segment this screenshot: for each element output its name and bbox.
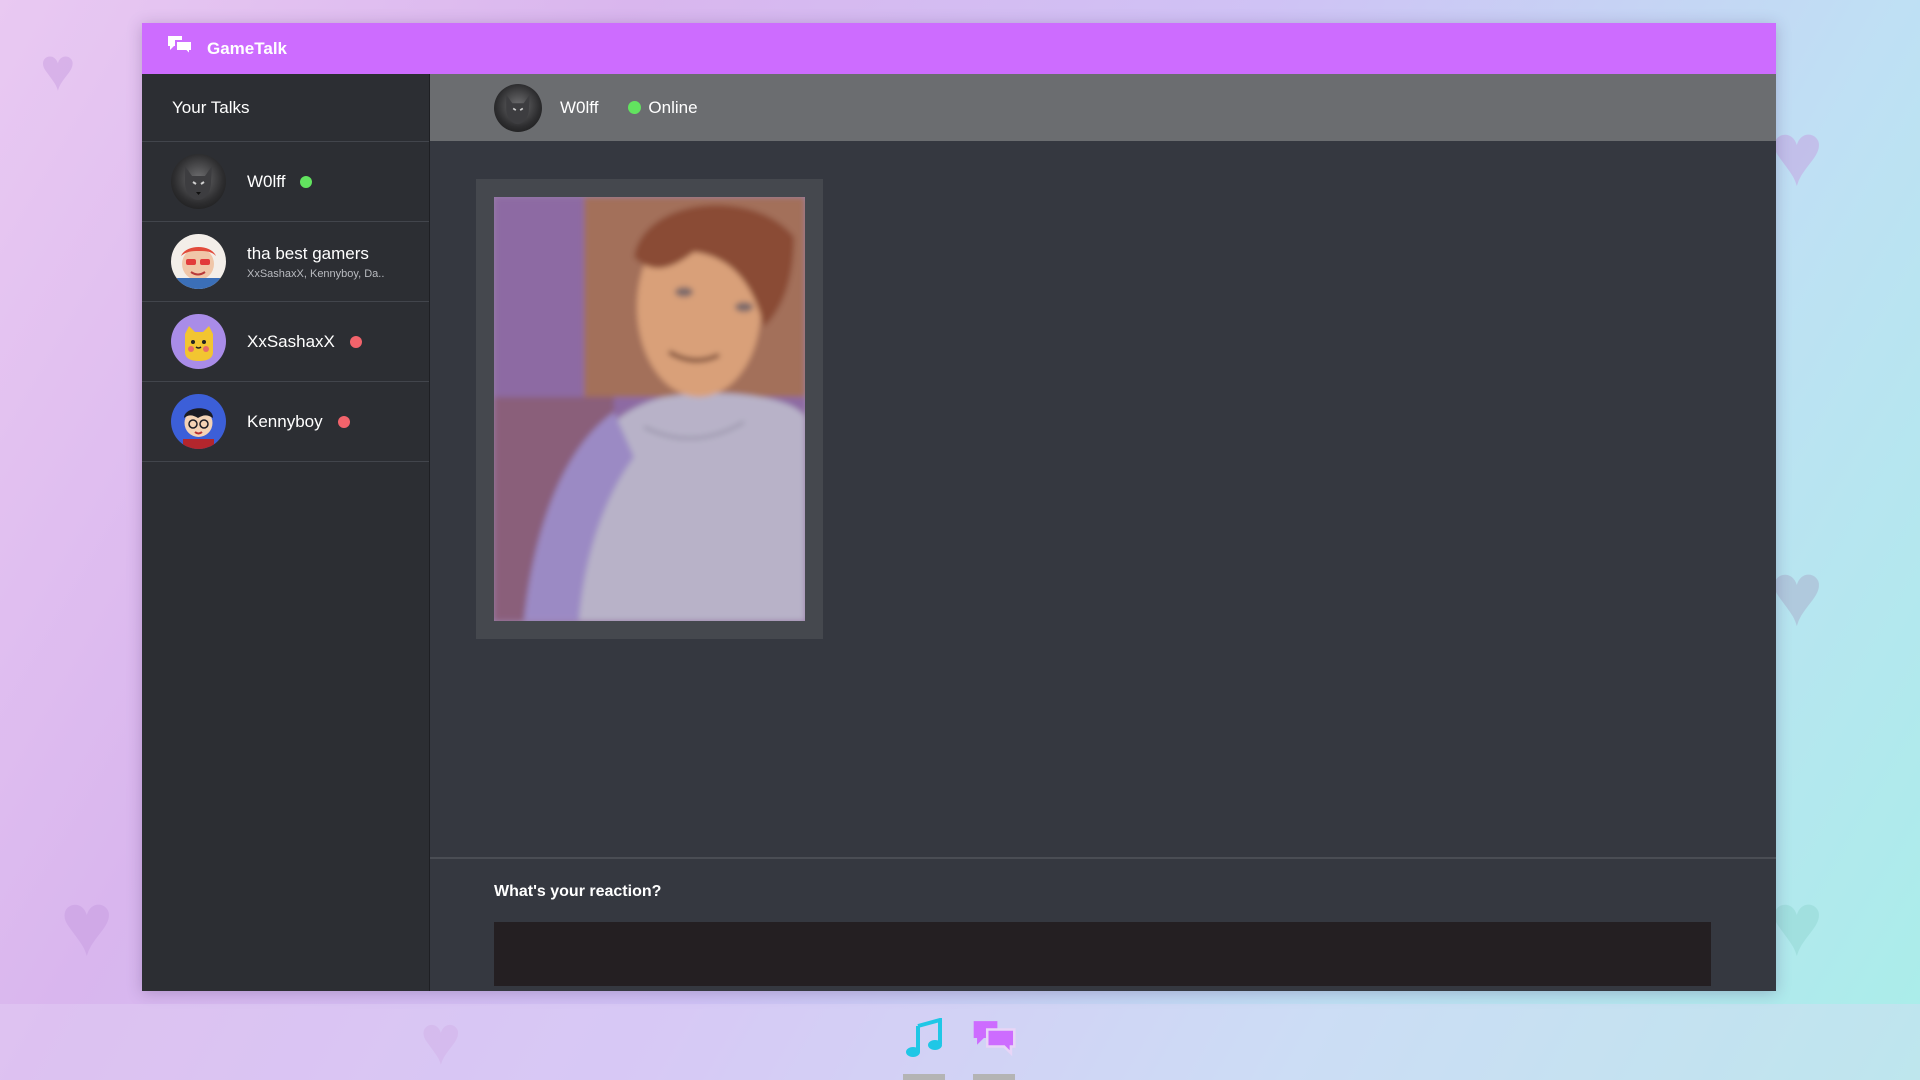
chat-contact-name: W0lff: [560, 97, 599, 117]
reaction-area: What's your reaction?: [430, 857, 1776, 991]
online-status-dot: [300, 175, 313, 188]
music-note-icon: [904, 1017, 944, 1063]
anime-boy-image: [494, 197, 805, 621]
reaction-input[interactable]: [494, 922, 1711, 986]
cat-avatar: [171, 314, 226, 369]
title-bar: GameTalk: [142, 23, 1776, 74]
gametalk-app-button[interactable]: [972, 1018, 1016, 1080]
chat-bubbles-icon: [972, 1018, 1016, 1063]
talk-name: W0lff: [247, 171, 286, 191]
group-members: XxSashaxX, Kennyboy, Da..: [247, 267, 385, 280]
talk-name: XxSashaxX: [247, 331, 335, 351]
group-avatar: [171, 234, 226, 289]
talk-name: Kennyboy: [247, 411, 323, 431]
chat-status-text: Online: [648, 97, 698, 117]
talk-name: tha best gamers: [247, 243, 369, 263]
chat-header: W0lff Online: [430, 74, 1776, 141]
taskbar: [0, 1004, 1920, 1080]
sidebar-title: Your Talks: [142, 74, 429, 142]
background-heart-icon: ♥: [40, 36, 76, 103]
offline-status-dot: [337, 415, 350, 428]
reaction-label: What's your reaction?: [494, 883, 662, 900]
offline-status-dot: [349, 335, 362, 348]
wolf-avatar: [171, 154, 226, 209]
gametalk-window: GameTalk Your Talks W0lff tha best gamer…: [142, 23, 1776, 991]
online-status-dot: [628, 101, 642, 114]
wolf-avatar[interactable]: [494, 83, 542, 132]
background-heart-icon: ♥: [1770, 105, 1824, 205]
background-heart-icon: ♥: [1770, 875, 1824, 975]
sidebar: Your Talks W0lff tha best gamers XxSasha…: [142, 74, 430, 991]
background-heart-icon: ♥: [1770, 545, 1824, 645]
talk-item-tha-best-gamers[interactable]: tha best gamers XxSashaxX, Kennyboy, Da.…: [142, 222, 429, 302]
music-app-button[interactable]: [902, 1017, 946, 1080]
talk-item-xxsashaxx[interactable]: XxSashaxX: [142, 302, 429, 382]
image-message[interactable]: [476, 179, 823, 639]
background-heart-icon: ♥: [60, 875, 114, 975]
chat-messages: [430, 141, 1776, 858]
talk-item-kennyboy[interactable]: Kennyboy: [142, 382, 429, 462]
taskbar-indicator: [903, 1074, 945, 1080]
boy-avatar: [171, 394, 226, 449]
talk-item-w0lff[interactable]: W0lff: [142, 142, 429, 222]
chat-bubbles-icon: [167, 35, 193, 62]
chat-status: Online: [628, 97, 698, 118]
app-title: GameTalk: [207, 38, 288, 58]
taskbar-indicator: [973, 1074, 1015, 1080]
